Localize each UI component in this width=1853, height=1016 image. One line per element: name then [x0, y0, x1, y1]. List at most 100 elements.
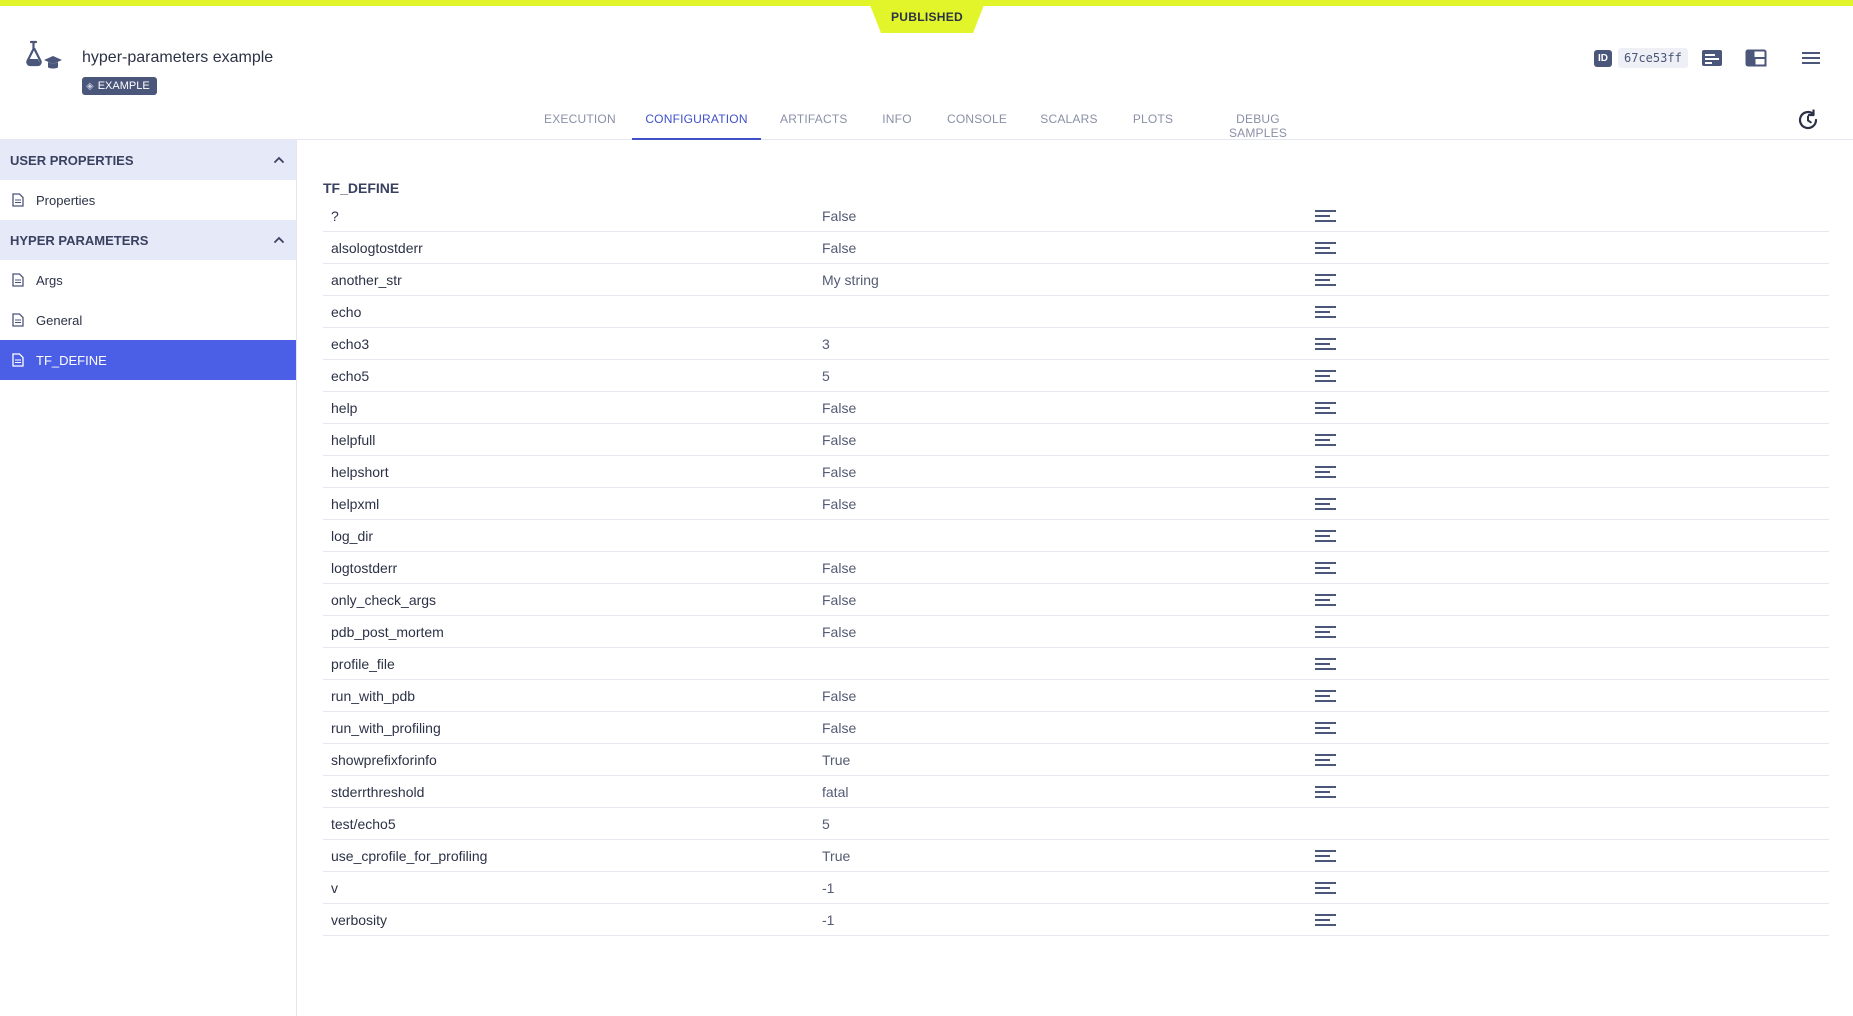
tab-info[interactable]: INFO: [880, 110, 914, 140]
table-row: alsologtostderr False: [323, 232, 1829, 264]
section-header-user-properties[interactable]: USER PROPERTIES: [0, 140, 296, 180]
param-key: run_with_profiling: [331, 720, 441, 736]
param-key: logtostderr: [331, 560, 398, 576]
table-row: echo3 3: [323, 328, 1829, 360]
table-row: echo: [323, 296, 1829, 328]
description-lines-icon[interactable]: [1315, 593, 1337, 607]
layout-toggle-icon: [1745, 49, 1767, 67]
param-key: stderrthreshold: [331, 784, 425, 800]
tab-console[interactable]: CONSOLE: [946, 110, 1008, 140]
description-lines-icon[interactable]: [1315, 657, 1337, 671]
section-title-hyper-parameters: HYPER PARAMETERS: [10, 232, 149, 248]
description-lines-icon[interactable]: [1315, 337, 1337, 351]
param-value: True: [822, 848, 851, 864]
param-key: echo: [331, 304, 362, 320]
param-value: True: [822, 752, 851, 768]
param-key: helpfull: [331, 432, 376, 448]
table-row: logtostderr False: [323, 552, 1829, 584]
description-lines-icon[interactable]: [1315, 721, 1337, 735]
description-lines-icon[interactable]: [1315, 273, 1337, 287]
param-value: -1: [822, 912, 835, 928]
param-key: showprefixforinfo: [331, 752, 437, 768]
tab-execution[interactable]: EXECUTION: [544, 110, 616, 140]
layout-toggle-button[interactable]: [1742, 44, 1770, 72]
param-value: False: [822, 496, 857, 512]
param-value: False: [822, 592, 857, 608]
description-lines-icon[interactable]: [1315, 689, 1337, 703]
menu-button[interactable]: [1797, 44, 1825, 72]
param-key: profile_file: [331, 656, 395, 672]
sidebar-item-tf-define[interactable]: TF_DEFINE: [0, 340, 296, 380]
param-key: echo3: [331, 336, 370, 352]
tab-debug-samples[interactable]: DEBUG SAMPLES: [1208, 110, 1308, 140]
param-value: fatal: [822, 784, 849, 800]
details-panel-button[interactable]: [1698, 44, 1726, 72]
hamburger-menu-icon: [1802, 52, 1820, 64]
description-lines-icon[interactable]: [1315, 785, 1337, 799]
param-value: 5: [822, 816, 830, 832]
example-tag[interactable]: ◈ EXAMPLE: [82, 77, 157, 95]
description-lines-icon[interactable]: [1315, 913, 1337, 927]
description-lines-icon[interactable]: [1315, 465, 1337, 479]
description-lines-icon[interactable]: [1315, 305, 1337, 319]
param-value: 3: [822, 336, 830, 352]
table-row: log_dir: [323, 520, 1829, 552]
table-row: helpfull False: [323, 424, 1829, 456]
param-key: another_str: [331, 272, 402, 288]
param-key: echo5: [331, 368, 370, 384]
param-key: pdb_post_mortem: [331, 624, 444, 640]
param-key: use_cprofile_for_profiling: [331, 848, 488, 864]
sidebar-item-properties[interactable]: Properties: [0, 180, 296, 220]
description-lines-icon[interactable]: [1315, 369, 1337, 383]
table-row: test/echo5 5: [323, 808, 1829, 840]
section-header-hyper-parameters[interactable]: HYPER PARAMETERS: [0, 220, 296, 260]
description-lines-icon[interactable]: [1315, 753, 1337, 767]
table-row: verbosity -1: [323, 904, 1829, 936]
sidebar-item-general[interactable]: General: [0, 300, 296, 340]
param-key: helpshort: [331, 464, 389, 480]
description-lines-icon[interactable]: [1315, 497, 1337, 511]
sidebar-item-args[interactable]: Args: [0, 260, 296, 300]
document-icon: [12, 273, 24, 287]
table-row: another_str My string: [323, 264, 1829, 296]
description-lines-icon[interactable]: [1315, 401, 1337, 415]
description-lines-icon[interactable]: [1315, 529, 1337, 543]
param-value: False: [822, 688, 857, 704]
description-lines-icon[interactable]: [1315, 561, 1337, 575]
tab-plots[interactable]: PLOTS: [1132, 110, 1174, 140]
tab-artifacts[interactable]: ARTIFACTS: [780, 110, 847, 140]
param-value: False: [822, 464, 857, 480]
param-key: v: [331, 880, 338, 896]
table-row: helpxml False: [323, 488, 1829, 520]
description-lines-icon[interactable]: [1315, 881, 1337, 895]
task-id[interactable]: ID 67ce53ff: [1594, 44, 1688, 72]
hyperparameter-flask-icon: [26, 40, 62, 69]
table-row: use_cprofile_for_profiling True: [323, 840, 1829, 872]
sidebar: USER PROPERTIES Properties HYPER PARAMET…: [0, 140, 297, 1016]
description-lines-icon[interactable]: [1315, 433, 1337, 447]
description-lines-icon[interactable]: [1315, 241, 1337, 255]
table-row: echo5 5: [323, 360, 1829, 392]
section-title-user-properties: USER PROPERTIES: [10, 152, 134, 168]
param-key: helpxml: [331, 496, 380, 512]
param-value: False: [822, 432, 857, 448]
description-lines-icon[interactable]: [1315, 625, 1337, 639]
sidebar-item-label: Properties: [36, 192, 96, 208]
table-row: profile_file: [323, 648, 1829, 680]
refresh-icon[interactable]: [1796, 108, 1820, 132]
details-panel-icon: [1702, 50, 1722, 66]
description-lines-icon[interactable]: [1315, 849, 1337, 863]
table-row: run_with_pdb False: [323, 680, 1829, 712]
param-key: help: [331, 400, 358, 416]
document-icon: [12, 353, 24, 367]
param-key: test/echo5: [331, 816, 396, 832]
param-key: alsologtostderr: [331, 240, 423, 256]
table-row: run_with_profiling False: [323, 712, 1829, 744]
description-lines-icon[interactable]: [1315, 209, 1337, 223]
table-row: pdb_post_mortem False: [323, 616, 1829, 648]
parameter-list: ? False alsologtostderr False another_str My …: [323, 200, 1829, 936]
tab-scalars[interactable]: SCALARS: [1040, 110, 1098, 140]
tab-configuration[interactable]: CONFIGURATION: [632, 110, 761, 140]
document-icon: [12, 193, 24, 207]
table-row: showprefixforinfo True: [323, 744, 1829, 776]
